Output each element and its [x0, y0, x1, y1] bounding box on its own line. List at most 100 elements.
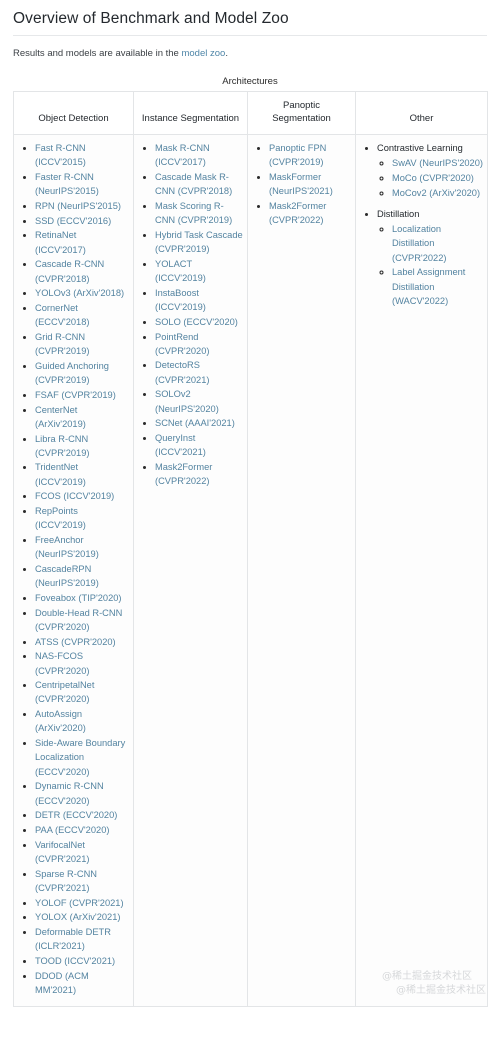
list-item: RPN (NeurIPS'2015): [35, 199, 129, 213]
list-item: Mask2Former (CVPR'2022): [269, 199, 351, 227]
model-link[interactable]: CenterNet (ArXiv'2019): [35, 405, 86, 429]
list-item: InstaBoost (ICCV'2019): [155, 286, 243, 314]
list-item: DetectoRS (CVPR'2021): [155, 358, 243, 386]
model-link[interactable]: SSD (ECCV'2016): [35, 216, 111, 226]
model-link[interactable]: Libra R-CNN (CVPR'2019): [35, 434, 89, 458]
list-item: Mask2Former (CVPR'2022): [155, 460, 243, 488]
table-header-row: Object Detection Instance Segmentation P…: [13, 91, 488, 136]
model-link[interactable]: MoCo (CVPR'2020): [392, 173, 474, 183]
table-caption: Architectures: [222, 75, 278, 87]
list-item: YOLACT (ICCV'2019): [155, 257, 243, 285]
model-link[interactable]: Foveabox (TIP'2020): [35, 593, 122, 603]
model-link[interactable]: Mask2Former (CVPR'2022): [269, 201, 326, 225]
title-divider: [13, 35, 487, 37]
model-link[interactable]: YOLOv3 (ArXiv'2018): [35, 288, 124, 298]
list-item: Side-Aware Boundary Localization (ECCV'2…: [35, 736, 129, 779]
list-item: YOLOF (CVPR'2021): [35, 896, 129, 910]
list-item: YOLOv3 (ArXiv'2018): [35, 286, 129, 300]
column-header-object-detection: Object Detection: [13, 91, 134, 136]
intro-text-prefix: Results and models are available in the: [13, 48, 182, 60]
model-link[interactable]: Faster R-CNN (NeurIPS'2015): [35, 172, 99, 196]
model-link[interactable]: FreeAnchor (NeurIPS'2019): [35, 535, 99, 559]
list-item: Mask Scoring R-CNN (CVPR'2019): [155, 199, 243, 227]
list-item: DDOD (ACM MM'2021): [35, 969, 129, 997]
table-body: Fast R-CNN (ICCV'2015) Faster R-CNN (Neur…: [13, 134, 488, 1007]
model-link[interactable]: PointRend (CVPR'2020): [155, 332, 209, 356]
model-link[interactable]: AutoAssign (ArXiv'2020): [35, 709, 86, 733]
list-item: RetinaNet (ICCV'2017): [35, 228, 129, 256]
intro-text-suffix: .: [225, 48, 228, 60]
model-link[interactable]: Sparse R-CNN (CVPR'2021): [35, 869, 97, 893]
list-item: Hybrid Task Cascade (CVPR'2019): [155, 228, 243, 256]
model-link[interactable]: DetectoRS (CVPR'2021): [155, 360, 209, 384]
list-item: Deformable DETR (ICLR'2021): [35, 925, 129, 953]
model-link[interactable]: YOLACT (ICCV'2019): [155, 259, 206, 283]
list-item: MoCov2 (ArXiv'2020): [392, 186, 483, 200]
model-link[interactable]: SCNet (AAAI'2021): [155, 418, 235, 428]
list-item: Double-Head R-CNN (CVPR'2020): [35, 606, 129, 634]
list-group-label: Distillation: [377, 209, 420, 220]
list-item: Panoptic FPN (CVPR'2019): [269, 141, 351, 169]
model-link[interactable]: Side-Aware Boundary Localization (ECCV'2…: [35, 738, 125, 776]
model-link[interactable]: PAA (ECCV'2020): [35, 825, 109, 835]
model-link[interactable]: CentripetalNet (CVPR'2020): [35, 680, 94, 704]
model-link[interactable]: DETR (ECCV'2020): [35, 810, 117, 820]
model-link[interactable]: TridentNet (ICCV'2019): [35, 462, 86, 486]
model-link[interactable]: Cascade R-CNN (CVPR'2018): [35, 259, 104, 283]
list-item: SOLO (ECCV'2020): [155, 315, 243, 329]
list-item: SCNet (AAAI'2021): [155, 416, 243, 430]
model-link[interactable]: Hybrid Task Cascade (CVPR'2019): [155, 230, 243, 254]
table-row: Fast R-CNN (ICCV'2015) Faster R-CNN (Neur…: [13, 134, 488, 1007]
list-item: SwAV (NeurIPS'2020): [392, 156, 483, 170]
model-link[interactable]: VarifocalNet (CVPR'2021): [35, 840, 89, 864]
model-link[interactable]: Fast R-CNN (ICCV'2015): [35, 143, 86, 167]
list-item: PointRend (CVPR'2020): [155, 330, 243, 358]
model-link[interactable]: Cascade Mask R-CNN (CVPR'2018): [155, 172, 232, 196]
model-link[interactable]: RPN (NeurIPS'2015): [35, 201, 121, 211]
model-link[interactable]: FSAF (CVPR'2019): [35, 390, 116, 400]
list-item: MaskFormer (NeurIPS'2021): [269, 170, 351, 198]
model-link[interactable]: NAS-FCOS (CVPR'2020): [35, 651, 89, 675]
model-link[interactable]: CornerNet (ECCV'2018): [35, 303, 89, 327]
list-group: Contrastive Learning SwAV (NeurIPS'2020) M…: [377, 141, 483, 200]
list-group-children: Localization Distillation (CVPR'2022) Lab…: [377, 222, 483, 308]
model-link[interactable]: Mask2Former (CVPR'2022): [155, 462, 212, 486]
model-link[interactable]: SwAV (NeurIPS'2020): [392, 158, 483, 168]
model-link[interactable]: Localization Distillation (CVPR'2022): [392, 224, 446, 262]
model-link[interactable]: FCOS (ICCV'2019): [35, 491, 114, 501]
list-item: SOLOv2 (NeurIPS'2020): [155, 387, 243, 415]
model-link[interactable]: Dynamic R-CNN (ECCV'2020): [35, 781, 104, 805]
model-link[interactable]: ATSS (CVPR'2020): [35, 637, 116, 647]
model-link[interactable]: MoCov2 (ArXiv'2020): [392, 188, 480, 198]
model-link[interactable]: SOLOv2 (NeurIPS'2020): [155, 389, 219, 413]
model-zoo-link[interactable]: model zoo: [181, 48, 225, 59]
model-link[interactable]: Panoptic FPN (CVPR'2019): [269, 143, 326, 167]
model-link[interactable]: Mask Scoring R-CNN (CVPR'2019): [155, 201, 232, 225]
model-link[interactable]: InstaBoost (ICCV'2019): [155, 288, 206, 312]
model-link[interactable]: RetinaNet (ICCV'2017): [35, 230, 86, 254]
list-item: Fast R-CNN (ICCV'2015): [35, 141, 129, 169]
model-link[interactable]: MaskFormer (NeurIPS'2021): [269, 172, 333, 196]
model-link[interactable]: Deformable DETR (ICLR'2021): [35, 927, 111, 951]
model-link[interactable]: RepPoints (ICCV'2019): [35, 506, 86, 530]
model-link[interactable]: TOOD (ICCV'2021): [35, 956, 115, 966]
model-link[interactable]: Double-Head R-CNN (CVPR'2020): [35, 608, 122, 632]
list-item: SSD (ECCV'2016): [35, 214, 129, 228]
model-link[interactable]: Grid R-CNN (CVPR'2019): [35, 332, 89, 356]
page-title: Overview of Benchmark and Model Zoo: [13, 10, 289, 27]
model-link[interactable]: DDOD (ACM MM'2021): [35, 971, 89, 995]
model-link[interactable]: YOLOX (ArXiv'2021): [35, 912, 120, 922]
list-item: QueryInst (ICCV'2021): [155, 431, 243, 459]
model-link[interactable]: SOLO (ECCV'2020): [155, 317, 238, 327]
model-link[interactable]: Label Assignment Distillation (WACV'2022…: [392, 267, 465, 305]
intro-paragraph: Results and models are available in the …: [13, 47, 487, 61]
model-link[interactable]: YOLOF (CVPR'2021): [35, 898, 124, 908]
model-link[interactable]: QueryInst (ICCV'2021): [155, 433, 206, 457]
model-link[interactable]: Guided Anchoring (CVPR'2019): [35, 361, 109, 385]
list-item: FCOS (ICCV'2019): [35, 489, 129, 503]
list-item: Grid R-CNN (CVPR'2019): [35, 330, 129, 358]
list-item: CenterNet (ArXiv'2019): [35, 403, 129, 431]
model-link[interactable]: Mask R-CNN (ICCV'2017): [155, 143, 210, 167]
model-link[interactable]: CascadeRPN (NeurIPS'2019): [35, 564, 99, 588]
list-item: Dynamic R-CNN (ECCV'2020): [35, 779, 129, 807]
